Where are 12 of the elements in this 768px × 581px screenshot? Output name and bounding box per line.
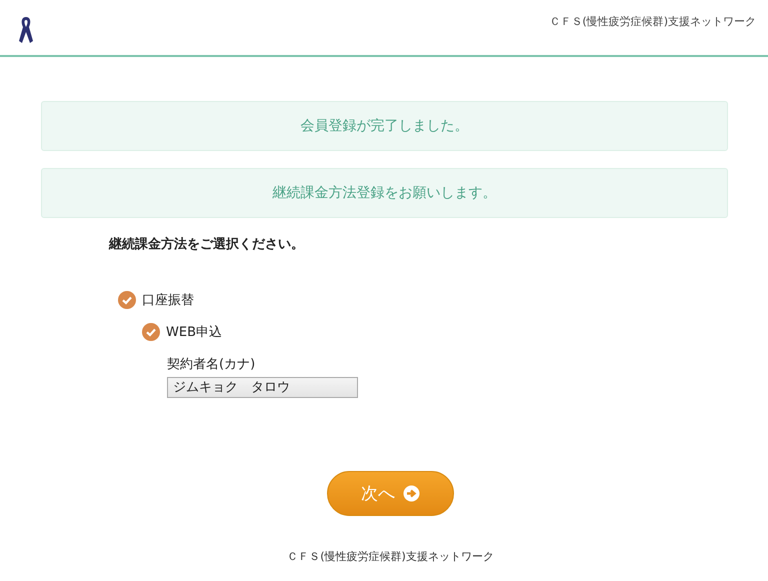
- input-field[interactable]: ジムキョク タロウ: [167, 376, 358, 398]
- field-label: 契約者名(カナ): [167, 356, 256, 373]
- notice-message: 継続課金方法登録をお願いします。: [41, 168, 728, 218]
- checkbox[interactable]: [118, 291, 136, 309]
- option-label: WEB申込: [166, 324, 222, 341]
- notice-message: 会員登録が完了しました。: [41, 101, 728, 151]
- ribbon-logo: [18, 15, 34, 45]
- checkbox[interactable]: [142, 323, 160, 341]
- footer-text: ＣＦＳ(慢性疲労症候群)支援ネットワーク: [286, 548, 495, 564]
- instruction-text: 継続課金方法をご選択ください。: [109, 236, 305, 253]
- site-name: ＣＦＳ(慢性疲労症候群)支援ネットワーク: [549, 14, 756, 29]
- option-label: 口座振替: [142, 292, 194, 309]
